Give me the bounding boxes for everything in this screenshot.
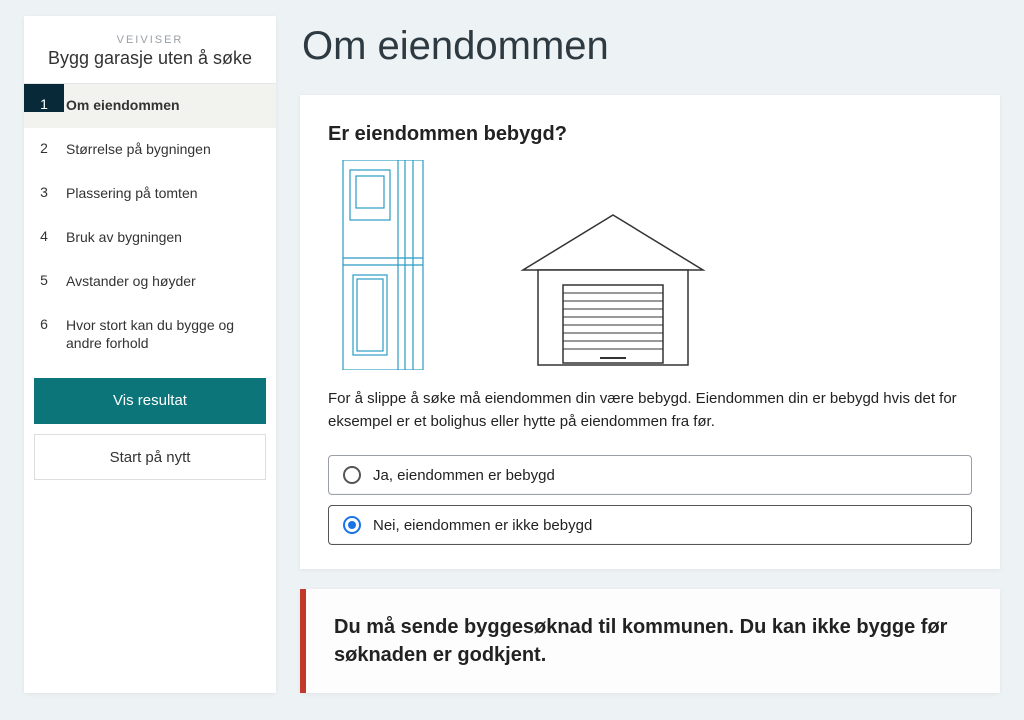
option-label: Nei, eiendommen er ikke bebygd: [373, 517, 592, 534]
step-label: Størrelse på bygningen: [64, 128, 276, 170]
option-label: Ja, eiendommen er bebygd: [373, 467, 555, 484]
step-2[interactable]: 2 Størrelse på bygningen: [24, 128, 276, 172]
options: Ja, eiendommen er bebygd Nei, eiendommen…: [328, 455, 972, 545]
question-text: For å slippe å søke må eiendommen din væ…: [328, 388, 972, 433]
step-number: 2: [24, 128, 64, 156]
restart-button[interactable]: Start på nytt: [34, 434, 266, 480]
question-title: Er eiendommen bebygd?: [328, 123, 972, 146]
illustration: [338, 160, 972, 370]
step-6[interactable]: 6 Hvor stort kan du bygge og andre forho…: [24, 304, 276, 364]
page-title: Om eiendommen: [302, 24, 1000, 69]
step-3[interactable]: 3 Plassering på tomten: [24, 172, 276, 216]
step-1[interactable]: 1 Om eiendommen: [24, 84, 276, 128]
step-label: Bruk av bygningen: [64, 216, 276, 258]
option-no[interactable]: Nei, eiendommen er ikke bebygd: [328, 505, 972, 545]
step-list: 1 Om eiendommen 2 Størrelse på bygningen…: [24, 84, 276, 364]
step-number: 5: [24, 260, 64, 288]
step-label: Hvor stort kan du bygge og andre forhold: [64, 304, 276, 364]
garage-icon: [518, 210, 708, 370]
step-label: Avstander og høyder: [64, 260, 276, 302]
step-number: 4: [24, 216, 64, 244]
sidebar-kicker: VEIVISER: [34, 34, 266, 46]
radio-icon: [343, 516, 361, 534]
step-5[interactable]: 5 Avstander og høyder: [24, 260, 276, 304]
sidebar-header: VEIVISER Bygg garasje uten å søke: [24, 16, 276, 84]
sidebar-actions: Vis resultat Start på nytt: [24, 364, 276, 480]
radio-icon: [343, 466, 361, 484]
sidebar: VEIVISER Bygg garasje uten å søke 1 Om e…: [24, 16, 276, 693]
question-card: Er eiendommen bebygd?: [300, 95, 1000, 569]
step-4[interactable]: 4 Bruk av bygningen: [24, 216, 276, 260]
option-yes[interactable]: Ja, eiendommen er bebygd: [328, 455, 972, 495]
step-label: Plassering på tomten: [64, 172, 276, 214]
step-number: 3: [24, 172, 64, 200]
building-icon: [338, 160, 468, 370]
sidebar-title: Bygg garasje uten å søke: [34, 48, 266, 69]
step-label: Om eiendommen: [64, 84, 276, 126]
result-text: Du må sende byggesøknad til kommunen. Du…: [334, 613, 972, 669]
step-number: 6: [24, 304, 64, 332]
main: Om eiendommen Er eiendommen bebygd?: [300, 16, 1000, 693]
result-card: Du må sende byggesøknad til kommunen. Du…: [300, 589, 1000, 693]
step-number: 1: [24, 84, 64, 112]
show-result-button[interactable]: Vis resultat: [34, 378, 266, 424]
